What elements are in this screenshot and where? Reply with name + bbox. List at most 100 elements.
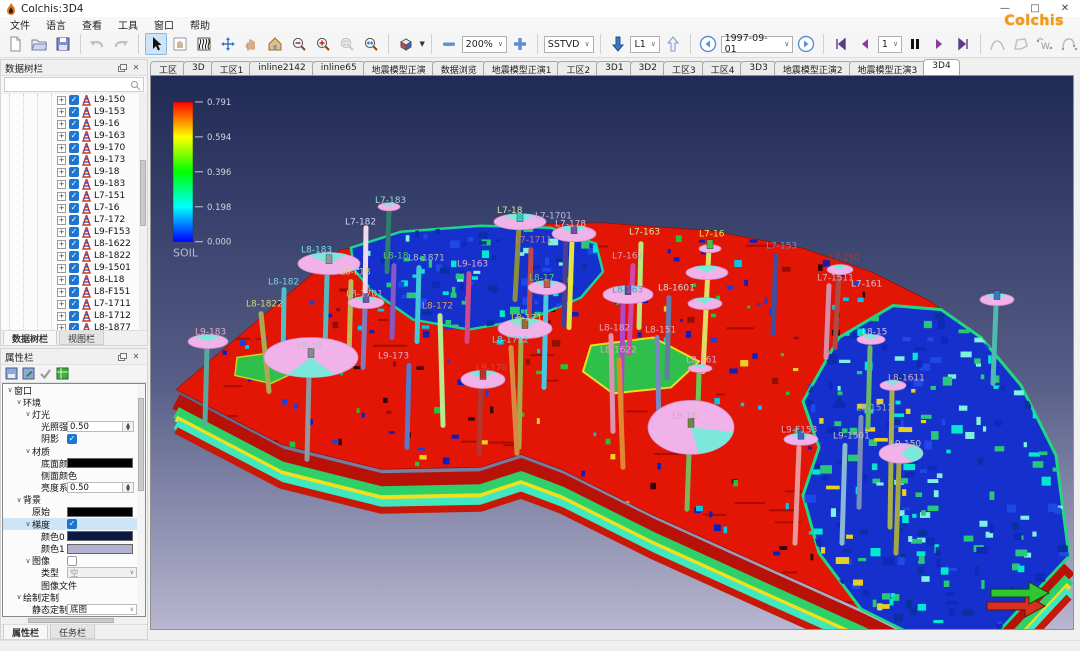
new-file-button[interactable] bbox=[4, 33, 26, 55]
pause-button[interactable] bbox=[904, 33, 926, 55]
props-scrollbar[interactable] bbox=[137, 384, 145, 616]
chevron-down-icon[interactable]: ∨ bbox=[15, 593, 23, 601]
chevron-down-icon[interactable]: ∨ bbox=[15, 398, 23, 406]
view-cube-button[interactable] bbox=[395, 33, 417, 55]
view-tab-工区1[interactable]: 工区1 bbox=[211, 61, 253, 75]
well-stick-L9-170[interactable] bbox=[479, 387, 481, 453]
tree-checkbox[interactable]: ✓ bbox=[69, 167, 79, 177]
tree-search-input[interactable] bbox=[4, 77, 144, 92]
well-stick-L9-183[interactable] bbox=[205, 348, 207, 424]
view-tab-地震模型正演1[interactable]: 地震模型正演1 bbox=[483, 61, 561, 75]
chevron-down-icon[interactable]: ∨ bbox=[15, 496, 23, 504]
apply-check-icon[interactable] bbox=[39, 367, 52, 380]
view-tab-数据浏览[interactable]: 数据浏览 bbox=[432, 61, 486, 75]
spinner-buttons[interactable]: ▲▼ bbox=[123, 482, 134, 493]
menu-item-0[interactable]: 文件 bbox=[10, 17, 30, 32]
frame-prev-button[interactable] bbox=[854, 33, 876, 55]
well-stick-L8-15[interactable] bbox=[868, 348, 870, 428]
prop-combo[interactable]: 底图∨ bbox=[67, 604, 137, 615]
save-props-icon[interactable] bbox=[5, 367, 18, 380]
tree-checkbox[interactable]: ✓ bbox=[69, 227, 79, 237]
tree-checkbox[interactable]: ✓ bbox=[69, 311, 79, 321]
tree-checkbox[interactable]: ✓ bbox=[69, 107, 79, 117]
chevron-down-icon[interactable]: ∨ bbox=[6, 386, 14, 394]
menu-item-3[interactable]: 工具 bbox=[118, 17, 138, 32]
well-stick-L9-150[interactable] bbox=[896, 463, 899, 553]
tree-checkbox[interactable]: ✓ bbox=[69, 287, 79, 297]
tree-checkbox[interactable]: ✓ bbox=[69, 275, 79, 285]
tree-checkbox[interactable]: ✓ bbox=[69, 143, 79, 153]
dock-tab-属性栏[interactable]: 属性栏 bbox=[3, 625, 48, 639]
dock-tab-任务栏[interactable]: 任务栏 bbox=[50, 625, 95, 639]
color-swatch[interactable] bbox=[67, 544, 133, 554]
zoom-decrease-button[interactable] bbox=[438, 33, 460, 55]
color-swatch[interactable] bbox=[67, 507, 133, 517]
chevron-down-icon[interactable]: ∨ bbox=[24, 557, 32, 565]
chevron-down-icon[interactable]: ∨ bbox=[24, 410, 32, 418]
table-icon[interactable] bbox=[56, 367, 69, 380]
tree-checkbox[interactable]: ✓ bbox=[69, 299, 79, 309]
chevron-down-icon[interactable]: ∨ bbox=[24, 520, 32, 528]
frame-first-button[interactable] bbox=[830, 33, 852, 55]
layer-up-icon[interactable] bbox=[662, 33, 684, 55]
tree-checkbox[interactable]: ✓ bbox=[69, 239, 79, 249]
well-stick-L7-178[interactable] bbox=[569, 241, 572, 328]
dock-tab-视图栏[interactable]: 视图栏 bbox=[59, 331, 104, 345]
view-tab-inline2142[interactable]: inline2142 bbox=[249, 61, 314, 75]
well-stick-L9-163[interactable] bbox=[467, 274, 469, 342]
frame-next-button[interactable] bbox=[928, 33, 950, 55]
view-cube-caret[interactable]: ▼ bbox=[419, 40, 424, 48]
spin-value[interactable]: 0.50 bbox=[67, 482, 123, 493]
well-stick-L8-1601[interactable] bbox=[667, 298, 669, 378]
domain-combo[interactable]: SSTVD∨ bbox=[544, 36, 594, 53]
date-combo[interactable]: 1997-09-01∨ bbox=[721, 36, 794, 53]
view-tab-3D2[interactable]: 3D2 bbox=[630, 61, 666, 75]
zoom-fit-button[interactable] bbox=[360, 33, 382, 55]
tree-checkbox[interactable]: ✓ bbox=[69, 203, 79, 213]
tree-checkbox[interactable]: ✓ bbox=[69, 179, 79, 189]
tree-checkbox[interactable]: ✓ bbox=[69, 155, 79, 165]
tree-checkbox[interactable]: ✓ bbox=[69, 95, 79, 105]
panel-float-icon[interactable] bbox=[115, 62, 129, 74]
spinner-buttons[interactable]: ▲▼ bbox=[123, 421, 134, 432]
zoom-out-button[interactable] bbox=[288, 33, 310, 55]
well-stick-L7-1511[interactable] bbox=[826, 286, 829, 358]
pan-tool-button[interactable] bbox=[241, 33, 263, 55]
panel-close-icon[interactable]: ✕ bbox=[129, 351, 143, 363]
tree-checkbox[interactable]: ✓ bbox=[69, 263, 79, 273]
view-tab-3D3[interactable]: 3D3 bbox=[740, 61, 776, 75]
frame-last-button[interactable] bbox=[952, 33, 974, 55]
zoom-level-combo[interactable]: 200%∨ bbox=[462, 36, 507, 53]
tree-checkbox[interactable]: ✓ bbox=[69, 323, 79, 330]
prop-checkbox[interactable]: ✓ bbox=[67, 434, 77, 444]
view-tab-3D1[interactable]: 3D1 bbox=[596, 61, 632, 75]
view-tab-地震模型正演3[interactable]: 地震模型正演3 bbox=[849, 61, 927, 75]
layer-combo[interactable]: L1∨ bbox=[630, 36, 659, 53]
view-tab-地震模型正演[interactable]: 地震模型正演 bbox=[363, 61, 435, 75]
well-stick-L9-1501[interactable] bbox=[842, 445, 845, 543]
home-view-button[interactable] bbox=[264, 33, 286, 55]
well-stick-L8-172[interactable] bbox=[440, 316, 443, 426]
frame-combo[interactable]: 1∨ bbox=[878, 36, 902, 53]
view-tab-地震模型正演2[interactable]: 地震模型正演2 bbox=[774, 61, 852, 75]
well-stick-L7-153[interactable] bbox=[773, 256, 776, 334]
view-tab-工区[interactable]: 工区 bbox=[150, 61, 186, 75]
save-button[interactable] bbox=[52, 33, 74, 55]
view-tab-工区2[interactable]: 工区2 bbox=[557, 61, 599, 75]
zoom-increase-button[interactable] bbox=[509, 33, 531, 55]
well-stick-L8-18[interactable] bbox=[392, 266, 394, 338]
date-next-button[interactable] bbox=[795, 33, 817, 55]
prop-checkbox[interactable]: ✓ bbox=[67, 519, 77, 529]
well-stick-L8-171[interactable] bbox=[519, 338, 521, 448]
pick-tool-button[interactable] bbox=[169, 33, 191, 55]
well-stick-L9-18[interactable] bbox=[307, 375, 309, 459]
chevron-down-icon[interactable]: ∨ bbox=[24, 447, 32, 455]
well-stick-L8-17[interactable] bbox=[544, 296, 546, 388]
view-tab-工区3[interactable]: 工区3 bbox=[663, 61, 705, 75]
well-stick-L8-1871[interactable] bbox=[417, 268, 419, 342]
view-tab-3D4[interactable]: 3D4 bbox=[923, 59, 959, 75]
seismic-view-button[interactable] bbox=[193, 33, 215, 55]
well-stick-L8-1701[interactable] bbox=[363, 308, 365, 368]
view-tab-3D[interactable]: 3D bbox=[183, 61, 214, 75]
view-tab-inline65[interactable]: inline65 bbox=[312, 61, 366, 75]
